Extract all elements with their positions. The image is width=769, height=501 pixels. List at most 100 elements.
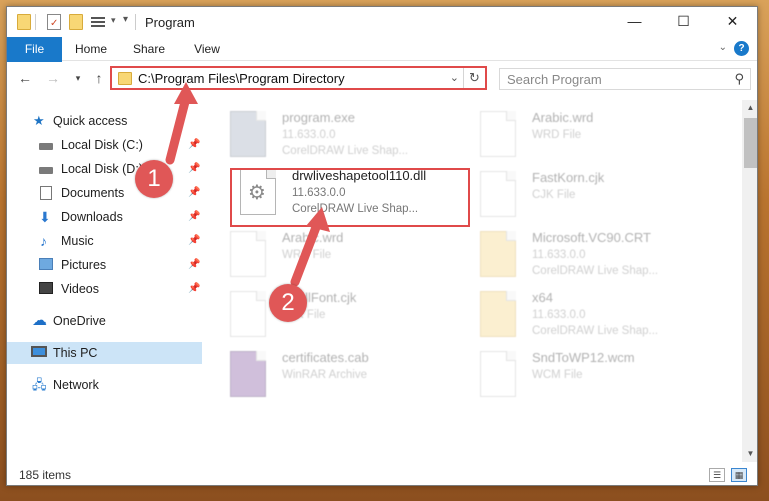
sidebar-item-local-disk-c[interactable]: Local Disk (C:) 📌 (7, 134, 202, 156)
file-detail: WinRAR Archive (282, 369, 367, 381)
sidebar-item-downloads[interactable]: ⬇ Downloads 📌 (7, 206, 202, 228)
file-detail: 11.633.0.0 (532, 249, 586, 261)
sidebar-item-label: Quick access (53, 114, 128, 128)
folder-icon (17, 14, 31, 30)
list-item[interactable]: SpellFont.cjk CJK File (222, 286, 462, 344)
file-detail: WCM File (532, 369, 583, 381)
sidebar-item-label: Network (53, 378, 99, 392)
sidebar-item-pictures[interactable]: Pictures 📌 (7, 254, 202, 276)
help-icon[interactable]: ? (734, 41, 749, 56)
address-path[interactable]: C:\Program Files\Program Directory (138, 71, 345, 86)
properties-icon[interactable]: ✓ (47, 14, 61, 30)
file-name: Arabic.wrd (282, 230, 344, 245)
sidebar-item-label: Pictures (61, 258, 107, 272)
search-placeholder: Search Program (507, 72, 602, 87)
list-item[interactable]: Microsoft.VC90.CRT 11.633.0.0 CorelDRAW … (472, 226, 712, 284)
sidebar-item-label: Local Disk (C:) (61, 138, 143, 152)
up-arrow-icon[interactable]: ↑ (91, 70, 107, 86)
highlight-box (230, 168, 470, 227)
pin-icon[interactable]: 📌 (188, 134, 200, 156)
list-item[interactable]: program.exe 11.633.0.0 CorelDRAW Live Sh… (222, 106, 462, 164)
sidebar-item-label: Documents (61, 186, 125, 200)
list-item[interactable]: certificates.cab WinRAR Archive (222, 346, 462, 404)
search-icon[interactable]: ⚲ (734, 71, 744, 87)
list-item[interactable]: FastKorn.cjk CJK File (472, 166, 712, 224)
search-input[interactable]: Search Program ⚲ (499, 68, 751, 90)
file-name: SndToWP12.wcm (532, 350, 635, 365)
pin-icon[interactable]: 📌 (188, 206, 200, 228)
address-bar[interactable]: C:\Program Files\Program Directory ⌄ ↻ (110, 66, 487, 90)
file-icon (480, 171, 516, 217)
status-bar: 185 items ☰ ▦ (7, 464, 757, 485)
pictures-icon (39, 258, 53, 270)
expand-ribbon-icon[interactable]: ⌄ (719, 42, 727, 53)
minimize-button[interactable]: — (612, 7, 657, 37)
sidebar-item-music[interactable]: ♪ Music 📌 (7, 230, 202, 252)
file-detail: CJK File (532, 189, 576, 201)
file-icon (230, 231, 266, 277)
pin-icon[interactable]: 📌 (188, 182, 200, 204)
pin-icon[interactable]: 📌 (188, 230, 200, 252)
file-detail: WRD File (282, 249, 332, 261)
refresh-icon[interactable]: ↻ (463, 68, 485, 88)
file-name: Arabic.wrd (532, 110, 594, 125)
maximize-button[interactable]: ☐ (661, 7, 706, 37)
computer-icon (31, 346, 47, 357)
divider (35, 14, 36, 30)
sidebar-item-network[interactable]: 🖧 Network (7, 374, 202, 396)
close-button[interactable]: ✕ (710, 7, 755, 37)
scroll-up-icon[interactable]: ▲ (742, 100, 757, 116)
new-folder-icon[interactable] (69, 14, 83, 30)
recent-locations-icon[interactable]: ▾ (70, 73, 86, 84)
window-title: Program (145, 15, 195, 30)
tab-view[interactable]: View (187, 37, 227, 61)
list-item[interactable]: SndToWP12.wcm WCM File (472, 346, 712, 404)
tab-home[interactable]: Home (69, 37, 113, 61)
pin-icon[interactable]: 📌 (188, 158, 200, 180)
list-item[interactable]: Arabic.wrd WRD File (222, 226, 462, 284)
forward-arrow-icon[interactable]: → (45, 70, 61, 86)
music-icon: ♪ (40, 233, 47, 249)
file-name: certificates.cab (282, 350, 369, 365)
sidebar-item-quick-access[interactable]: ★ Quick access (7, 110, 202, 132)
details-view-icon[interactable]: ☰ (709, 468, 725, 482)
list-item[interactable]: x64 11.633.0.0 CorelDRAW Live Shap... (472, 286, 712, 344)
sidebar-item-this-pc[interactable]: This PC (7, 342, 202, 364)
file-detail: CorelDRAW Live Shap... (532, 325, 659, 337)
pin-icon[interactable]: 📌 (188, 254, 200, 276)
file-detail: 11.633.0.0 (532, 309, 586, 321)
file-name: Microsoft.VC90.CRT (532, 230, 651, 245)
sidebar-item-label: Downloads (61, 210, 123, 224)
sidebar-item-documents[interactable]: Documents 📌 (7, 182, 202, 204)
customize-toolbar-icon[interactable]: ▾ (123, 14, 128, 25)
file-icon (230, 291, 266, 337)
download-icon: ⬇ (39, 209, 51, 225)
pin-icon[interactable]: 📌 (188, 278, 200, 300)
list-item[interactable]: Arabic.wrd WRD File (472, 106, 712, 164)
folder-icon (480, 291, 516, 337)
file-name: x64 (532, 290, 553, 305)
scroll-down-icon[interactable]: ▼ (742, 446, 757, 462)
sidebar-item-label: Music (61, 234, 94, 248)
videos-icon (39, 282, 53, 294)
navigation-bar: ← → ▾ ↑ C:\Program Files\Program Directo… (7, 62, 757, 96)
title-bar: ✓ ▾ ▾ Program — ☐ ✕ (7, 7, 757, 37)
view-options-icon[interactable] (91, 14, 107, 30)
chevron-down-icon[interactable]: ▾ (111, 15, 116, 26)
scrollbar-thumb[interactable] (744, 118, 757, 168)
tab-share[interactable]: Share (129, 37, 169, 61)
network-icon: 🖧 (32, 377, 47, 392)
vertical-scrollbar[interactable]: ▲ ▼ (742, 100, 757, 462)
file-name: program.exe (282, 110, 355, 125)
back-arrow-icon[interactable]: ← (17, 70, 33, 86)
file-detail: CorelDRAW Live Shap... (532, 265, 659, 277)
file-icon (480, 111, 516, 157)
folder-icon (118, 72, 132, 85)
disk-icon (39, 143, 53, 150)
chevron-down-icon[interactable]: ⌄ (450, 71, 459, 84)
tiles-view-icon[interactable]: ▦ (731, 468, 747, 482)
file-list: program.exe 11.633.0.0 CorelDRAW Live Sh… (222, 100, 742, 460)
sidebar-item-onedrive[interactable]: ☁ OneDrive (7, 310, 202, 332)
archive-icon (230, 351, 266, 397)
sidebar-item-videos[interactable]: Videos 📌 (7, 278, 202, 300)
